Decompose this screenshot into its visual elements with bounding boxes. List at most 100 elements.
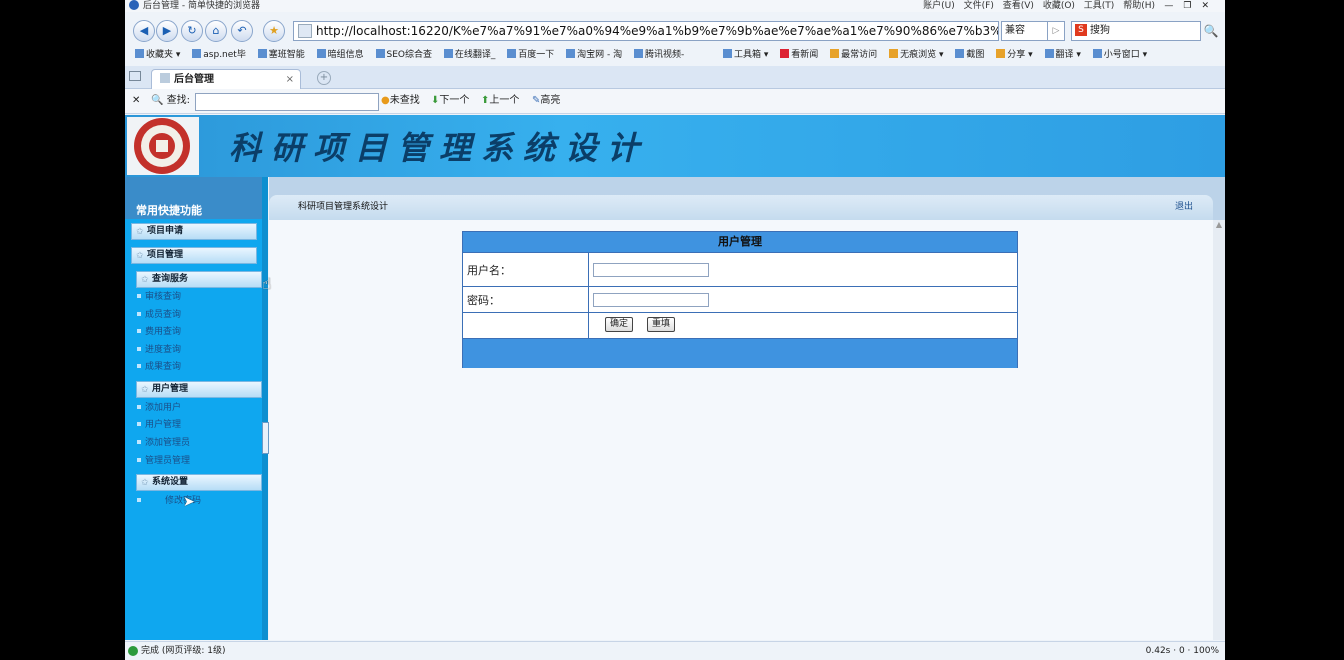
username-input[interactable] (593, 263, 709, 277)
find-highlight-button[interactable]: ✎高亮 (532, 89, 560, 113)
fav-item[interactable]: asp.net毕 (192, 46, 246, 64)
password-input[interactable] (593, 293, 709, 307)
fav-item[interactable]: 塞班智能 (257, 46, 305, 64)
find-next-button[interactable]: ⬇下一个 (431, 89, 469, 113)
status-right: 0.42s · 0 · 100% (1145, 646, 1219, 656)
tab-close-icon[interactable]: × (286, 70, 294, 89)
share-button[interactable]: 分享 ▾ (996, 46, 1033, 64)
sidebar-item-add-admin[interactable]: 添加管理员 (137, 437, 190, 449)
sidebar-item-admin-manage[interactable]: 管理员管理 (137, 455, 190, 467)
tab-title: 后台管理 (174, 74, 214, 85)
sidebar-item-progress-query[interactable]: 进度查询 (137, 344, 181, 356)
scrollbar[interactable]: ▲ (1213, 220, 1225, 640)
menu-account[interactable]: 账户(U) (923, 1, 955, 11)
bookmark-icon (507, 49, 517, 58)
home-icon[interactable]: ⌂ (205, 20, 227, 42)
menu-favorites[interactable]: 收藏(O) (1043, 1, 1075, 11)
user-management-form: 用户管理 用户名： 密码： 确定 重填 (462, 231, 1018, 368)
sidebar-item-add-user[interactable]: 添加用户 (137, 402, 181, 414)
new-tab-icon[interactable]: + (317, 71, 331, 85)
minimize-icon[interactable]: — (1164, 1, 1183, 11)
menu-bar: 账户(U) 文件(F) 查看(V) 收藏(O) 工具(T) 帮助(H) (917, 0, 1155, 12)
sidebar-group-settings[interactable]: ✩ 系统设置 (136, 474, 262, 491)
splitter-handle[interactable] (262, 422, 269, 454)
sidebar-group-query[interactable]: ✩ 查询服务 (136, 271, 262, 288)
fav-item[interactable]: 百度一下 (507, 46, 554, 64)
screenshot-button[interactable]: 截图 (955, 46, 984, 64)
share-icon (996, 49, 1006, 58)
star-icon: ✩ (136, 227, 144, 237)
menu-tools[interactable]: 工具(T) (1084, 1, 1115, 11)
most-visited-icon (830, 49, 840, 58)
navigation-bar: ◀ ▶ ↻ ⌂ ↶ ★ http://localhost:16220/K%e7%… (125, 17, 1225, 45)
find-bar: ✕ 🔍 查找: ●未查找 ⬇下一个 ⬆上一个 ✎高亮 (125, 89, 1225, 114)
small-window-button[interactable]: 小号窗口 ▾ (1092, 46, 1147, 64)
menu-help[interactable]: 帮助(H) (1123, 1, 1155, 11)
tab-admin[interactable]: 后台管理 × (151, 69, 301, 89)
most-visited-button[interactable]: 最常访问 (830, 46, 877, 64)
star-icon: ✩ (141, 478, 149, 488)
undo-close-icon[interactable]: ↶ (231, 20, 253, 42)
translate-button[interactable]: 翻译 ▾ (1044, 46, 1081, 64)
toolbox-button[interactable]: 工具箱 ▾ (723, 46, 768, 64)
reset-button[interactable]: 重填 (647, 317, 676, 332)
sidebar-item-audit-query[interactable]: 审核查询 (137, 291, 181, 303)
actions-row: 确定 重填 (463, 312, 1017, 338)
logout-link[interactable]: 退出 (1175, 195, 1193, 220)
browser-logo-icon (129, 0, 139, 10)
incognito-button[interactable]: 无痕浏览 ▾ (889, 46, 943, 64)
confirm-button[interactable]: 确定 (605, 317, 634, 332)
compat-label: 兼容 (1005, 25, 1025, 36)
college-logo-icon (127, 117, 199, 175)
translate-icon (1044, 49, 1054, 58)
sidebar-item-result-query[interactable]: 成果查询 (137, 361, 181, 373)
breadcrumb: 科研项目管理系统设计 退出 (269, 195, 1213, 220)
back-icon[interactable]: ◀ (133, 20, 155, 42)
find-prev-button[interactable]: ⬆上一个 (481, 89, 519, 113)
play-icon[interactable]: ▷ (1047, 21, 1065, 41)
favorites-icon (135, 49, 144, 58)
sidebar-project-apply[interactable]: ✩ 项目申请 (131, 223, 257, 240)
forward-icon[interactable]: ▶ (156, 20, 178, 42)
sidebar-item-member-query[interactable]: 成员查询 (137, 309, 181, 321)
sogou-icon: S (1075, 24, 1087, 36)
bookmark-icon (316, 49, 326, 58)
menu-file[interactable]: 文件(F) (964, 1, 994, 11)
fav-item[interactable]: SEO综合查 (375, 46, 432, 64)
sidebar: 常用快捷功能 ✩ 项目申请 ✩ 项目管理 ✩ 查询服务 审核查询 成员查询 费用查询 … (125, 177, 269, 640)
fav-item[interactable]: 暗组信息 (316, 46, 364, 64)
sidebar-splitter[interactable] (262, 177, 269, 640)
close-icon[interactable]: ✕ (1201, 1, 1219, 11)
tab-list-icon[interactable] (129, 71, 141, 81)
search-box[interactable]: S 搜狗 (1071, 21, 1201, 41)
fav-item[interactable]: 淘宝网 - 淘 (566, 46, 622, 64)
refresh-icon[interactable]: ↻ (181, 20, 203, 42)
news-button[interactable]: 看新闻 (780, 46, 818, 64)
favorite-star-icon[interactable]: ★ (263, 20, 285, 42)
sidebar-project-manage[interactable]: ✩ 项目管理 (131, 247, 257, 264)
password-row: 密码： (463, 286, 1017, 312)
sidebar-heading: 常用快捷功能 (125, 177, 267, 219)
restore-icon[interactable]: ❐ (1183, 1, 1201, 11)
fav-item[interactable]: 在线翻译_ (443, 46, 495, 64)
find-label: 🔍 查找: (151, 95, 191, 106)
password-label: 密码： (467, 294, 500, 307)
fav-item[interactable]: 腾讯视频- (634, 46, 684, 64)
sidebar-group-users[interactable]: ✩ 用户管理 (136, 381, 262, 398)
arrow-cursor-icon: ➤ (183, 494, 195, 510)
star-icon: ✩ (141, 275, 149, 285)
scroll-up-icon[interactable]: ▲ (1214, 220, 1224, 230)
search-icon[interactable]: 🔍 (1201, 21, 1221, 41)
toolbox-icon (723, 49, 732, 58)
menu-view[interactable]: 查看(V) (1003, 1, 1034, 11)
small-window-icon (1092, 49, 1102, 58)
address-bar[interactable]: http://localhost:16220/K%e7%a7%91%e7%a0%… (293, 21, 999, 41)
find-input[interactable] (195, 93, 379, 111)
sidebar-item-user-manage[interactable]: 用户管理 (137, 419, 181, 431)
fav-item[interactable]: 收藏夹 ▾ (135, 46, 180, 64)
sidebar-item-cost-query[interactable]: 费用查询 (137, 326, 181, 338)
star-icon: ✩ (141, 385, 149, 395)
compat-mode-button[interactable]: 兼容 (1001, 21, 1050, 41)
hand-cursor-icon: ☝ (262, 274, 272, 293)
find-close-icon[interactable]: ✕ (132, 89, 140, 113)
